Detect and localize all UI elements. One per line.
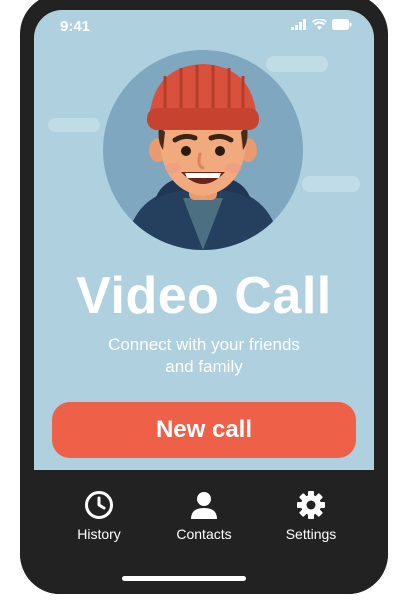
tab-contacts[interactable]: Contacts xyxy=(149,490,259,542)
person-avatar-illustration xyxy=(125,64,281,250)
home-indicator xyxy=(122,576,246,581)
cloud-decoration xyxy=(48,118,100,132)
tab-label: Settings xyxy=(285,526,337,542)
avatar xyxy=(103,50,303,250)
tab-label: Contacts xyxy=(176,526,232,542)
status-bar: 9:41 xyxy=(34,16,374,38)
gear-icon xyxy=(297,491,325,519)
main-screen: 9:41 Video Call Connect with your friend… xyxy=(34,10,374,470)
page-subtitle: Connect with your friends and family xyxy=(74,334,334,378)
wifi-icon xyxy=(312,19,327,30)
phone-frame: 9:41 Video Call Connect with your friend… xyxy=(20,0,388,594)
tab-settings[interactable]: Settings xyxy=(256,490,366,542)
battery-icon xyxy=(332,19,352,30)
cloud-decoration xyxy=(266,56,328,72)
signal-icon xyxy=(291,19,306,30)
clock-icon xyxy=(85,491,113,519)
person-icon xyxy=(191,492,217,519)
status-icons xyxy=(291,19,352,30)
subtitle-line: and family xyxy=(165,357,243,376)
subtitle-line: Connect with your friends xyxy=(108,335,300,354)
page-title: Video Call xyxy=(76,267,332,325)
tab-label: History xyxy=(77,526,121,542)
status-time: 9:41 xyxy=(60,18,91,35)
cloud-decoration xyxy=(302,176,360,192)
new-call-button[interactable]: New call xyxy=(52,402,356,458)
tab-history[interactable]: History xyxy=(44,490,154,542)
